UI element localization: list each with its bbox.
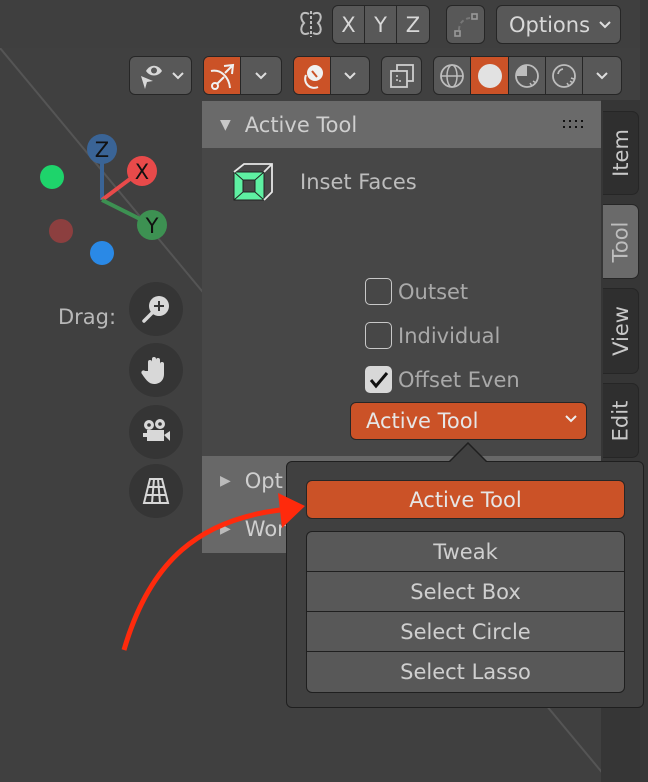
individual-checkbox[interactable] — [365, 322, 392, 349]
chevron-down-icon — [599, 20, 611, 28]
mirror-axis-group: X Y Z — [332, 5, 430, 44]
offset-even-checkbox[interactable] — [365, 366, 392, 393]
gizmo-neg-x[interactable] — [49, 219, 73, 243]
option-offset-even[interactable]: Offset Even — [365, 366, 520, 393]
rendered-sphere-icon — [552, 63, 576, 88]
mirror-toggle[interactable] — [294, 8, 328, 40]
tab-label: Edit — [608, 400, 633, 441]
option-label: Offset Even — [398, 367, 520, 392]
shading-material-button[interactable] — [509, 57, 546, 94]
zoom-in-icon — [142, 296, 169, 323]
section-label: Wor — [244, 517, 286, 541]
xray-toggle-icon — [389, 63, 414, 88]
drag-label: Drag: — [58, 305, 117, 329]
transform-gizmo-icon — [210, 63, 235, 90]
camera-icon — [143, 419, 170, 441]
shading-solid-button[interactable] — [471, 57, 509, 94]
collapse-triangle-icon: ▼ — [220, 116, 231, 133]
gizmo-x-label: X — [135, 160, 149, 184]
tab-tool[interactable]: Tool — [603, 204, 639, 279]
shading-wireframe-button[interactable] — [434, 57, 471, 94]
tab-label: Item — [608, 129, 633, 177]
drag-options-menu: Active Tool Tweak Select Box Select Circ… — [286, 461, 644, 708]
chevron-down-icon — [344, 71, 356, 79]
section-label: Opt — [244, 469, 283, 493]
material-sphere-icon — [515, 63, 539, 88]
gizmo-y-label: Y — [145, 214, 159, 238]
navigation-gizmo[interactable]: Z X Y — [0, 0, 200, 280]
gizmo-neg-y[interactable] — [40, 165, 64, 189]
ortho-toggle-button[interactable] — [129, 464, 183, 518]
menu-item-select-circle[interactable]: Select Circle — [307, 612, 624, 652]
panel-title: Active Tool — [244, 112, 358, 137]
gizmo-neg-z[interactable] — [90, 241, 114, 265]
option-individual[interactable]: Individual — [365, 322, 500, 349]
chevron-down-icon — [596, 71, 608, 79]
mirror-butterfly-icon — [300, 11, 322, 37]
expand-triangle-icon: ▶ — [220, 473, 231, 489]
gizmo-z-label: Z — [95, 138, 109, 162]
chevron-down-icon — [565, 415, 577, 423]
option-outset[interactable]: Outset — [365, 278, 468, 305]
menu-item-tweak[interactable]: Tweak — [307, 532, 624, 572]
active-tool-row: Inset Faces — [232, 162, 417, 202]
mirror-x-button[interactable]: X — [333, 6, 365, 43]
zoom-button[interactable] — [129, 282, 183, 336]
option-label: Individual — [398, 323, 501, 348]
menu-list: Tweak Select Box Select Circle Select La… — [306, 531, 625, 693]
tab-label: Tool — [608, 221, 633, 262]
shading-dropdown[interactable] — [583, 57, 621, 94]
snap-button[interactable] — [446, 5, 485, 44]
solid-sphere-icon — [477, 63, 502, 88]
camera-view-button[interactable] — [129, 405, 183, 459]
mirror-z-button[interactable]: Z — [397, 6, 429, 43]
menu-item-select-lasso[interactable]: Select Lasso — [307, 652, 624, 692]
tab-edit[interactable]: Edit — [603, 383, 639, 458]
gizmo-toggle[interactable] — [204, 57, 241, 94]
tab-view[interactable]: View — [603, 288, 639, 374]
snap-icon-wrap — [447, 6, 484, 43]
shading-group — [433, 56, 622, 95]
options-dropdown[interactable]: Options — [496, 5, 622, 44]
menu-item-active-tool[interactable]: Active Tool — [306, 480, 625, 519]
tab-label: View — [608, 306, 633, 356]
drag-value: Active Tool — [366, 409, 479, 433]
gizmo-dropdown[interactable] — [241, 57, 281, 94]
tab-item[interactable]: Item — [603, 111, 639, 195]
wireframe-sphere-icon — [440, 63, 464, 88]
active-tool-name: Inset Faces — [300, 170, 417, 194]
options-label: Options — [509, 12, 591, 37]
options-button: Options — [497, 6, 620, 43]
gizmo-y[interactable]: Y — [137, 210, 167, 240]
outset-checkbox[interactable] — [365, 278, 392, 305]
gizmo-group — [203, 56, 282, 95]
drag-handle-icon[interactable] — [563, 120, 585, 130]
drag-dropdown[interactable]: Active Tool — [350, 402, 587, 440]
popup-pointer — [448, 442, 488, 464]
menu-item-select-box[interactable]: Select Box — [307, 572, 624, 612]
chevron-down-icon — [255, 71, 267, 79]
overlays-dropdown[interactable] — [331, 57, 369, 94]
grid-perspective-icon — [142, 478, 170, 504]
overlays-toggle[interactable] — [294, 57, 331, 94]
inset-faces-icon — [233, 163, 273, 201]
snap-transform-icon — [453, 12, 478, 37]
active-tool-panel-header[interactable]: ▼ Active Tool — [202, 101, 601, 148]
overlays-group — [293, 56, 370, 95]
hand-icon — [141, 357, 164, 384]
mirror-y-button[interactable]: Y — [365, 6, 397, 43]
workspace-section-header[interactable]: ▶ Wor — [220, 517, 286, 541]
xray-button[interactable] — [381, 56, 422, 95]
checkmark-icon — [369, 371, 388, 388]
pan-button[interactable] — [129, 343, 183, 397]
shading-rendered-button[interactable] — [546, 57, 583, 94]
xray-icon-wrap — [382, 57, 421, 94]
gizmo-z[interactable]: Z — [87, 134, 117, 164]
gizmo-x[interactable]: X — [127, 156, 157, 186]
expand-triangle-icon: ▶ — [220, 521, 231, 537]
option-label: Outset — [398, 279, 469, 304]
overlays-circles-icon — [304, 64, 323, 89]
options-section-header[interactable]: ▶ Opt — [220, 469, 283, 493]
